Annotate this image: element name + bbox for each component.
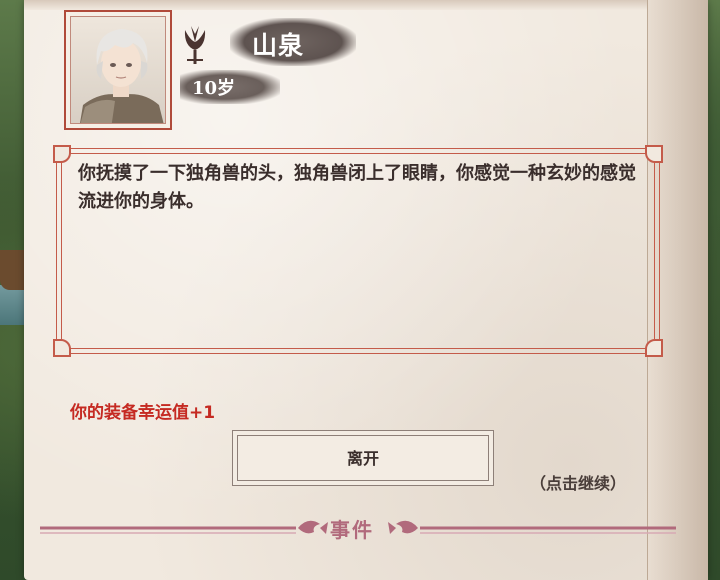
character-name: 山泉 — [252, 31, 305, 60]
character-portrait — [64, 10, 172, 130]
flourish-right-icon — [388, 520, 418, 534]
frame-corner — [53, 145, 71, 163]
footer-title: 事件 — [330, 518, 374, 542]
continue-prompt[interactable]: （点击继续） — [530, 470, 626, 494]
frame-corner — [53, 339, 71, 357]
leave-button-label: 离开 — [346, 449, 379, 468]
clan-emblem-icon — [184, 26, 206, 64]
reward-text: 你的装备幸运值+1 — [70, 403, 216, 423]
character-age: 10岁 — [192, 78, 236, 99]
frame-corner — [645, 339, 663, 357]
dialog-text: 你抚摸了一下独角兽的头，独角兽闭上了眼睛，你感觉一种玄妙的感觉流进你的身体。 — [78, 163, 636, 212]
scroll-top-edge — [24, 0, 708, 10]
flourish-left-icon — [298, 520, 328, 534]
avatar-illustration — [80, 29, 164, 123]
leave-button[interactable]: 离开 — [232, 430, 494, 486]
avatar — [70, 16, 166, 124]
